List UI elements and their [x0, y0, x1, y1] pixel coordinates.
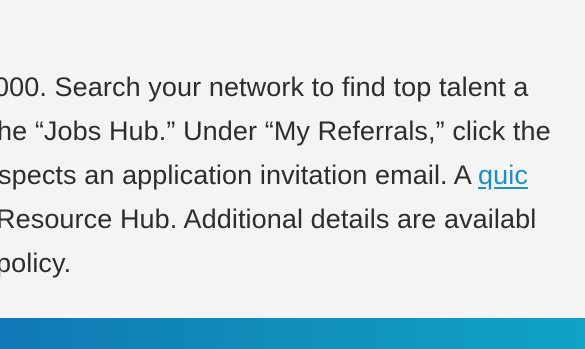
paragraph-line-1: 000. Search your network to find top tal… [0, 72, 529, 102]
paragraph-line-3: spects an application invitation email. … [0, 153, 528, 197]
quick-guide-link[interactable]: quic [478, 160, 528, 190]
paragraph-line-2: he “Jobs Hub.” Under “My Referrals,” cli… [0, 116, 551, 146]
paragraph-line-5: policy. [0, 248, 72, 278]
paragraph-line-4: Resource Hub. Additional details are ava… [0, 204, 537, 234]
footer-band [0, 318, 585, 349]
body-paragraph: 000. Search your network to find top tal… [0, 0, 585, 318]
paragraph-line-3-text: spects an application invitation email. … [0, 160, 478, 190]
